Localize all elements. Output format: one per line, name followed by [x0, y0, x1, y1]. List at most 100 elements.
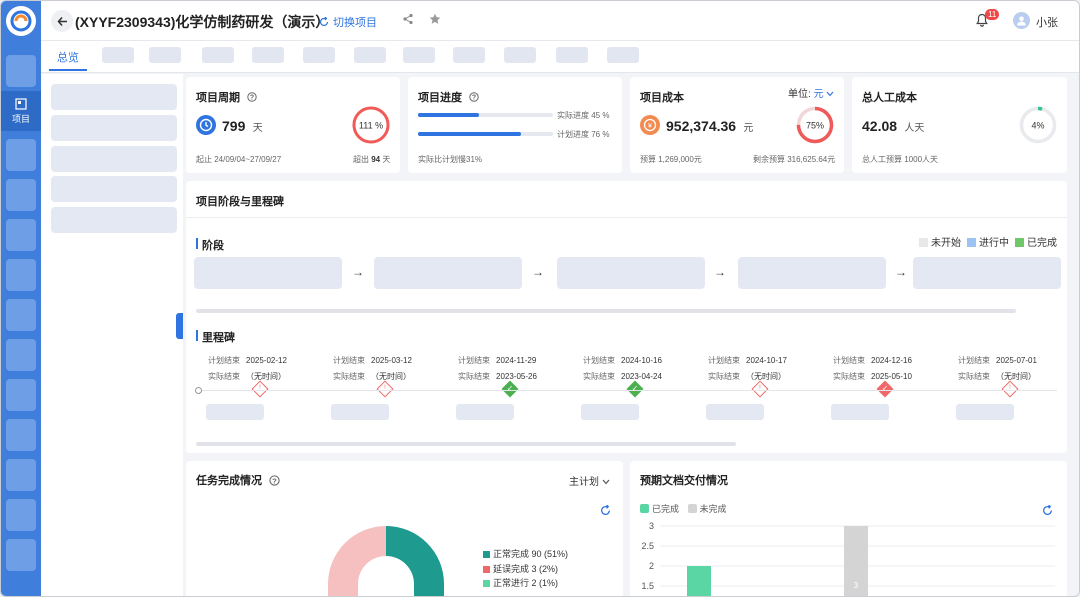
- cost-unit-select[interactable]: 单位: 元: [788, 85, 834, 100]
- arrow-left-icon: [57, 16, 67, 26]
- y-tick-label: 2: [649, 561, 654, 571]
- milestone-planned: 计划结束 2024-10-17: [708, 356, 787, 365]
- period-title: 项目周期 ?: [196, 89, 257, 105]
- left-panel-item[interactable]: [51, 115, 177, 141]
- svg-text:¥: ¥: [648, 123, 652, 130]
- period-days-unit: 天: [252, 123, 263, 134]
- tab-placeholder[interactable]: [556, 47, 588, 63]
- milestone-done-late-icon[interactable]: ✓: [876, 380, 894, 398]
- arrow-right-icon: →: [714, 265, 726, 279]
- back-button[interactable]: [51, 10, 73, 32]
- rail-item[interactable]: [6, 55, 36, 87]
- user-name[interactable]: 小张: [1036, 14, 1058, 30]
- plan-filter-select[interactable]: 主计划: [569, 473, 610, 488]
- help-icon[interactable]: ?: [269, 475, 280, 486]
- milestone-name[interactable]: [331, 404, 389, 420]
- milestone-name[interactable]: [956, 404, 1014, 420]
- tab-placeholder[interactable]: [252, 47, 284, 63]
- labor-ring: 4%: [1019, 106, 1057, 144]
- milestone-scrollbar[interactable]: [196, 442, 736, 446]
- svg-text:?: ?: [250, 95, 254, 102]
- collapse-panel-button[interactable]: [176, 313, 183, 339]
- axis-start-dot: [195, 387, 202, 394]
- rail-item[interactable]: [6, 299, 36, 331]
- yuan-icon: ¥: [640, 115, 660, 135]
- left-panel-item[interactable]: [51, 207, 177, 233]
- milestone-name[interactable]: [706, 404, 764, 420]
- legend-swatch: [640, 504, 649, 513]
- stage-scrollbar[interactable]: [196, 309, 1016, 313]
- labor-value-wrap: 42.08 人天: [862, 118, 924, 134]
- rail-item[interactable]: [6, 419, 36, 451]
- tab-placeholder[interactable]: [102, 47, 134, 63]
- rail-item[interactable]: [6, 139, 36, 171]
- tab-placeholder[interactable]: [354, 47, 386, 63]
- tab-placeholder[interactable]: [202, 47, 234, 63]
- project-icon: [15, 97, 27, 110]
- labor-budget: 总人工预算 1000人天: [862, 155, 939, 164]
- milestone-done-icon[interactable]: ✓: [501, 380, 519, 398]
- legend-swatch: [483, 565, 490, 573]
- stage-box[interactable]: [913, 257, 1061, 289]
- switch-project-button[interactable]: 切换项目: [319, 14, 377, 30]
- rail-item[interactable]: [6, 379, 36, 411]
- legend-done: 已完成: [652, 504, 680, 514]
- task-donut: [328, 526, 444, 596]
- milestone-name[interactable]: [581, 404, 639, 420]
- tab-placeholder[interactable]: [607, 47, 639, 63]
- stage-box[interactable]: [738, 257, 886, 289]
- stage-box[interactable]: [557, 257, 705, 289]
- tab-placeholder[interactable]: [403, 47, 435, 63]
- app-logo-icon[interactable]: [6, 6, 36, 36]
- chevron-down-icon: [602, 479, 610, 485]
- tab-placeholder[interactable]: [453, 47, 485, 63]
- tab-overview[interactable]: 总览: [50, 49, 86, 65]
- rail-item[interactable]: [6, 259, 36, 291]
- rail-item[interactable]: [6, 219, 36, 251]
- cost-amount-wrap: 952,374.36 元: [666, 118, 753, 134]
- chevron-down-icon: [826, 91, 834, 97]
- clock-icon: [196, 115, 216, 135]
- rail-item-project[interactable]: 项目: [1, 91, 41, 131]
- milestone-actual: 实际结束 （无时间）: [958, 372, 1036, 381]
- left-panel-item[interactable]: [51, 176, 177, 202]
- left-panel-item[interactable]: [51, 84, 177, 110]
- milestone-actual: 实际结束 2025-05-10: [833, 372, 912, 381]
- milestone-label: 里程碑: [196, 329, 235, 345]
- help-icon[interactable]: ?: [247, 92, 257, 102]
- star-icon[interactable]: [429, 13, 441, 25]
- legend-undone: 未完成: [699, 504, 727, 514]
- milestone-name[interactable]: [206, 404, 264, 420]
- rail-item[interactable]: [6, 179, 36, 211]
- milestone-done-icon[interactable]: ✓: [626, 380, 644, 398]
- avatar[interactable]: [1013, 12, 1030, 29]
- tab-placeholder[interactable]: [504, 47, 536, 63]
- app-window: 项目 (XYYF2309343)化学仿制药研发（演示） 切换项目 11 小张 总…: [0, 0, 1080, 597]
- stage-box[interactable]: [194, 257, 342, 289]
- tasks-card: 任务完成情况 ? 主计划 正常完成 90 (51%) 延误完成 3 (2%) 正常进…: [186, 461, 623, 596]
- rail-item[interactable]: [6, 459, 36, 491]
- stage-box[interactable]: [374, 257, 522, 289]
- milestone-planned: 计划结束 2024-12-16: [833, 356, 912, 365]
- project-title: (XYYF2309343)化学仿制药研发（演示）: [75, 14, 330, 30]
- period-days: 799: [222, 118, 246, 134]
- refresh-icon[interactable]: [600, 505, 611, 516]
- left-panel-item[interactable]: [51, 146, 177, 172]
- milestone-actual: 实际结束 （无时间）: [708, 372, 786, 381]
- tab-bar: 总览: [41, 41, 1079, 73]
- docs-card: 预期文档交付情况 已完成 未完成 3 2.5 2 1.5 3: [630, 461, 1067, 597]
- tab-placeholder[interactable]: [303, 47, 335, 63]
- milestone-name[interactable]: [831, 404, 889, 420]
- cost-ring: 75%: [796, 106, 834, 144]
- tab-placeholder[interactable]: [149, 47, 181, 63]
- rail-item[interactable]: [6, 539, 36, 571]
- rail-item[interactable]: [6, 499, 36, 531]
- period-range: 起止 24/09/04~27/09/27: [196, 155, 282, 164]
- help-icon[interactable]: ?: [469, 92, 479, 102]
- milestone-name[interactable]: [456, 404, 514, 420]
- rail-item[interactable]: [6, 339, 36, 371]
- share-icon[interactable]: [402, 13, 414, 25]
- refresh-icon[interactable]: [1042, 505, 1053, 516]
- milestone-actual: 实际结束 （无时间）: [333, 372, 411, 381]
- bar-done[interactable]: [687, 566, 711, 597]
